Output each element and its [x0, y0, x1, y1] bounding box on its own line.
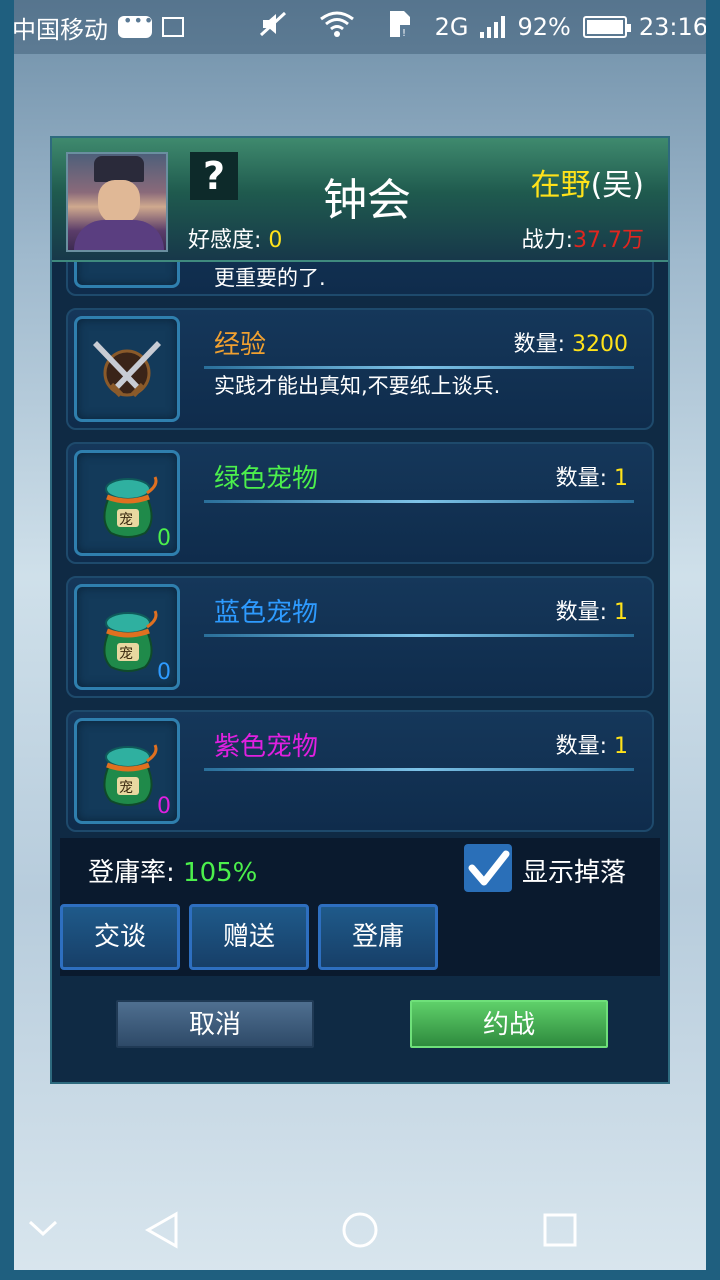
quantity-value: 3200 — [572, 332, 628, 357]
pet-count: 0 — [157, 526, 171, 551]
power-value: 37.7万 — [573, 228, 644, 253]
combat-power: 战力:37.7万 — [522, 222, 644, 254]
dialog-header: ? 钟会 在野(吴) 好感度: 0 战力:37.7万 — [52, 138, 668, 262]
list-item: 宠 0 紫色宠物 数量: 1 — [66, 710, 654, 832]
quantity-label: 数量: — [513, 332, 565, 357]
svg-text:宠: 宠 — [119, 646, 133, 662]
pet-bag-icon: 宠 — [103, 476, 158, 538]
divider — [204, 366, 634, 369]
pet-count: 0 — [157, 660, 171, 685]
list-item: 宠 0 绿色宠物 数量: 1 — [66, 442, 654, 564]
affinity-label: 好感度: — [188, 228, 262, 253]
quantity-value: 1 — [614, 466, 628, 491]
pet-bag-icon: 宠 — [103, 610, 158, 672]
item-description: 更重要的了. — [214, 266, 326, 290]
faction-status: 在野 — [530, 168, 591, 203]
sim-card-icon: ! — [387, 9, 413, 45]
quantity-value: 1 — [614, 600, 628, 625]
wifi-icon — [319, 11, 355, 43]
challenge-button[interactable]: 约战 — [410, 1000, 608, 1048]
item-description: 实践才能出真知,不要纸上谈兵. — [214, 374, 501, 398]
svg-text:!: ! — [402, 28, 406, 39]
home-icon[interactable] — [340, 1210, 380, 1250]
item-title: 蓝色宠物 — [214, 598, 319, 628]
quantity-label: 数量: — [555, 734, 607, 759]
affinity-value: 0 — [268, 228, 283, 253]
item-icon-frame[interactable]: 宠 0 — [74, 584, 180, 690]
clock: 23:16 — [638, 13, 708, 41]
gift-button[interactable]: 赠送 — [189, 904, 309, 970]
list-item: 经验 数量: 3200 实践才能出真知,不要纸上谈兵. — [66, 308, 654, 430]
divider — [204, 634, 634, 637]
battery-icon — [582, 16, 631, 38]
faction-label: 在野(吴) — [531, 160, 644, 204]
rate-value: 105% — [183, 858, 258, 888]
recruit-rate: 登庸率: 105% — [88, 852, 257, 889]
message-icon — [118, 11, 154, 38]
general-name: 钟会 — [323, 175, 411, 226]
general-portrait[interactable] — [66, 152, 168, 252]
item-quantity: 数量: 3200 — [514, 326, 628, 358]
item-icon-frame[interactable]: 宠 0 — [74, 718, 180, 824]
mute-icon — [259, 11, 287, 43]
navigation-bar — [0, 1196, 720, 1270]
item-icon-frame[interactable] — [74, 316, 180, 422]
gallery-icon — [162, 17, 184, 37]
quantity-label: 数量: — [555, 466, 607, 491]
battery-percent: 92% — [517, 13, 571, 41]
checkmark-icon — [468, 850, 510, 886]
quantity-label: 数量: — [555, 600, 607, 625]
show-drops-checkbox[interactable] — [464, 844, 512, 892]
signal-icon — [480, 16, 506, 38]
item-quantity: 数量: 1 — [556, 594, 628, 626]
rate-label: 登庸率: — [88, 858, 175, 888]
item-title: 绿色宠物 — [214, 464, 319, 494]
chevron-down-icon[interactable] — [26, 1216, 60, 1240]
status-bar: 中国移动 ! 2G 92% 23:16 — [0, 0, 720, 54]
talk-button[interactable]: 交谈 — [60, 904, 180, 970]
divider — [204, 500, 634, 503]
pet-bag-icon: 宠 — [103, 744, 158, 806]
divider — [204, 768, 634, 771]
help-icon[interactable]: ? — [190, 152, 238, 200]
item-icon-frame[interactable] — [74, 262, 180, 288]
faction-kingdom: (吴) — [590, 168, 644, 203]
power-label: 战力: — [521, 228, 573, 253]
cancel-button[interactable]: 取消 — [116, 1000, 314, 1048]
reward-list[interactable]: 更重要的了. 经验 数量: 3200 实践才能出真知,不要纸上谈兵. 宠 0 绿… — [66, 262, 654, 834]
back-icon[interactable] — [142, 1210, 182, 1250]
affinity: 好感度: 0 — [188, 222, 282, 254]
item-icon-frame[interactable]: 宠 0 — [74, 450, 180, 556]
crossed-swords-icon — [93, 341, 161, 398]
recruit-button[interactable]: 登庸 — [318, 904, 438, 970]
quantity-value: 1 — [614, 734, 628, 759]
list-item: 更重要的了. — [66, 262, 654, 296]
recruit-dialog: ? 钟会 在野(吴) 好感度: 0 战力:37.7万 更重要的了. 经验 数量:… — [50, 136, 670, 1084]
item-quantity: 数量: 1 — [556, 460, 628, 492]
show-drops-label[interactable]: 显示掉落 — [522, 852, 626, 889]
item-title: 紫色宠物 — [214, 732, 319, 762]
svg-text:宠: 宠 — [119, 780, 133, 796]
action-panel: 登庸率: 105% 显示掉落 交谈 赠送 登庸 — [60, 838, 660, 976]
recent-apps-icon[interactable] — [542, 1212, 578, 1248]
list-item: 宠 0 蓝色宠物 数量: 1 — [66, 576, 654, 698]
item-title: 经验 — [214, 330, 267, 360]
network-type: 2G — [434, 13, 469, 41]
item-quantity: 数量: 1 — [556, 728, 628, 760]
carrier-label: 中国移动 — [12, 15, 108, 44]
pet-count: 0 — [157, 794, 171, 819]
svg-text:宠: 宠 — [119, 512, 133, 528]
